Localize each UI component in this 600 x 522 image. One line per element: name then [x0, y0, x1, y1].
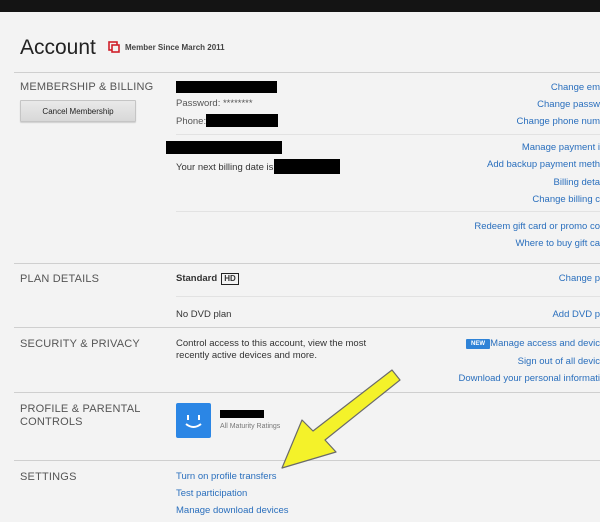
dvd-plan-text: No DVD plan — [176, 309, 232, 320]
test-participation-link[interactable]: Test participation — [176, 488, 247, 499]
manage-payment-link[interactable]: Manage payment i — [522, 142, 600, 153]
divider — [14, 263, 600, 264]
phone-label: Phone: — [176, 116, 207, 127]
security-description-line1: Control access to this account, view the… — [176, 338, 367, 349]
cancel-membership-button[interactable]: Cancel Membership — [20, 100, 136, 122]
divider — [176, 211, 600, 212]
billing-details-link[interactable]: Billing deta — [554, 177, 600, 188]
divider — [14, 327, 600, 328]
section-membership-billing: MEMBERSHIP & BILLING — [20, 81, 154, 93]
redacted-email — [176, 81, 277, 93]
divider — [176, 296, 600, 297]
annotation-arrow-icon — [281, 369, 401, 469]
redacted-profile-name — [220, 410, 264, 418]
top-bar — [0, 0, 600, 12]
member-since-text: Member Since March 2011 — [125, 43, 225, 52]
redeem-gift-card-link[interactable]: Redeem gift card or promo co — [474, 221, 600, 232]
hd-badge: HD — [221, 273, 239, 285]
redacted-phone — [206, 114, 278, 127]
plan-name: Standard HD — [176, 273, 239, 285]
section-security-privacy: SECURITY & PRIVACY — [20, 338, 140, 350]
turn-on-profile-transfers-link[interactable]: Turn on profile transfers — [176, 471, 277, 482]
smiley-face-icon — [185, 415, 202, 428]
section-settings: SETTINGS — [20, 471, 77, 483]
change-password-link[interactable]: Change passw — [537, 99, 600, 110]
add-dvd-plan-link[interactable]: Add DVD p — [552, 309, 600, 320]
manage-download-devices-link[interactable]: Manage download devices — [176, 505, 289, 516]
change-phone-link[interactable]: Change phone num — [517, 116, 600, 127]
manage-access-link[interactable]: Manage access and devic — [490, 338, 600, 349]
add-backup-payment-link[interactable]: Add backup payment meth — [487, 159, 600, 170]
change-email-link[interactable]: Change em — [551, 82, 600, 93]
change-plan-link[interactable]: Change p — [559, 273, 600, 284]
page-title: Account — [20, 36, 96, 59]
section-profile-parental-line2: CONTROLS — [20, 416, 83, 428]
password-label: Password: ******** — [176, 98, 253, 109]
billing-date-text: Your next billing date is — [176, 162, 274, 173]
where-to-buy-gift-link[interactable]: Where to buy gift ca — [516, 238, 600, 249]
member-since-icon — [108, 41, 120, 53]
redacted-billing-date — [274, 159, 340, 174]
section-plan-details: PLAN DETAILS — [20, 273, 100, 285]
security-description-line2: recently active devices and more. — [176, 350, 317, 361]
plan-name-label: Standard — [176, 273, 218, 284]
sign-out-all-devices-link[interactable]: Sign out of all devic — [518, 356, 600, 367]
divider — [14, 72, 600, 73]
section-profile-parental-line1: PROFILE & PARENTAL — [20, 403, 141, 415]
divider — [176, 134, 600, 135]
profile-avatar[interactable] — [176, 403, 211, 438]
redacted-payment — [166, 141, 282, 154]
change-billing-link[interactable]: Change billing c — [532, 194, 600, 205]
new-badge: NEW — [466, 339, 490, 349]
download-personal-info-link[interactable]: Download your personal informati — [458, 373, 600, 384]
